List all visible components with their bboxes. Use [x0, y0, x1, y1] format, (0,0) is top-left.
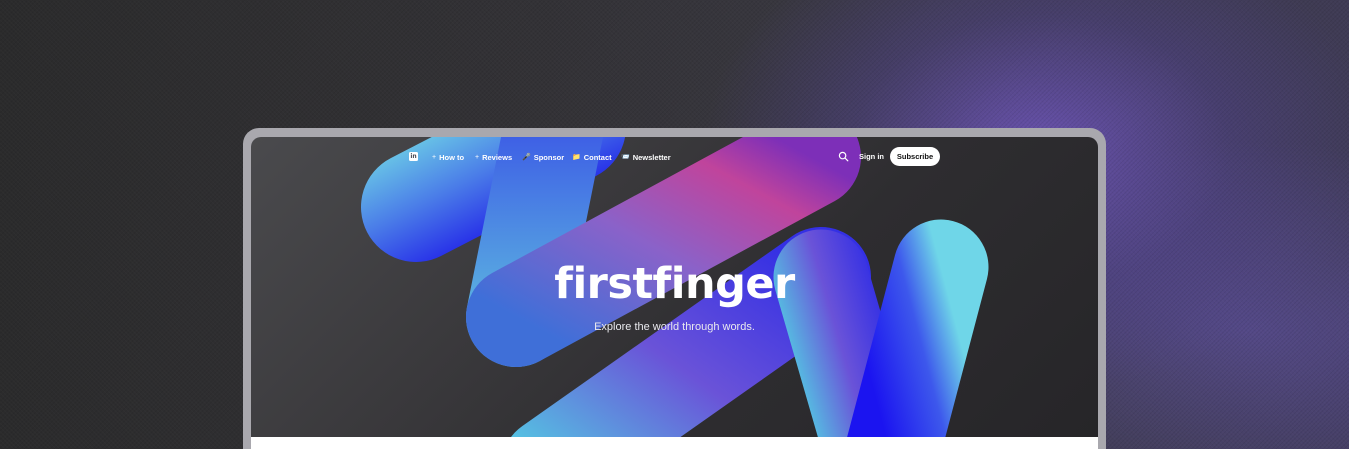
plus-icon: +: [475, 154, 480, 161]
search-icon[interactable]: [838, 151, 849, 162]
nav-item-newsletter[interactable]: 📨 Newsletter: [621, 152, 671, 164]
linkedin-icon[interactable]: in: [409, 152, 418, 161]
folder-icon: 📁: [572, 154, 581, 161]
subscribe-button[interactable]: Subscribe: [890, 147, 940, 166]
nav-item-sponsor[interactable]: 🎤 Sponsor: [522, 152, 564, 164]
nav-item-label: Reviews: [482, 153, 513, 162]
nav-item-label: Contact: [583, 153, 612, 162]
sign-in-link[interactable]: Sign in: [859, 151, 884, 163]
content-area: [251, 437, 1098, 449]
plus-icon: +: [432, 154, 437, 161]
nav-item-label: Sponsor: [533, 153, 565, 162]
site-tagline: Explore the world through words.: [594, 321, 755, 333]
nav-item-label: Newsletter: [632, 153, 671, 162]
nav-item-contact[interactable]: 📁 Contact: [572, 152, 612, 164]
microphone-icon: 🎤: [522, 154, 531, 161]
nav-item-how-to[interactable]: + How to: [432, 152, 464, 164]
envelope-icon: 📨: [621, 154, 630, 161]
website-screen: in + How to + Reviews 🎤 Sponsor 📁 Contac…: [251, 137, 1098, 449]
site-title: firstfinger: [554, 259, 795, 309]
nav-item-label: How to: [439, 153, 465, 162]
nav-item-reviews[interactable]: + Reviews: [475, 152, 512, 164]
